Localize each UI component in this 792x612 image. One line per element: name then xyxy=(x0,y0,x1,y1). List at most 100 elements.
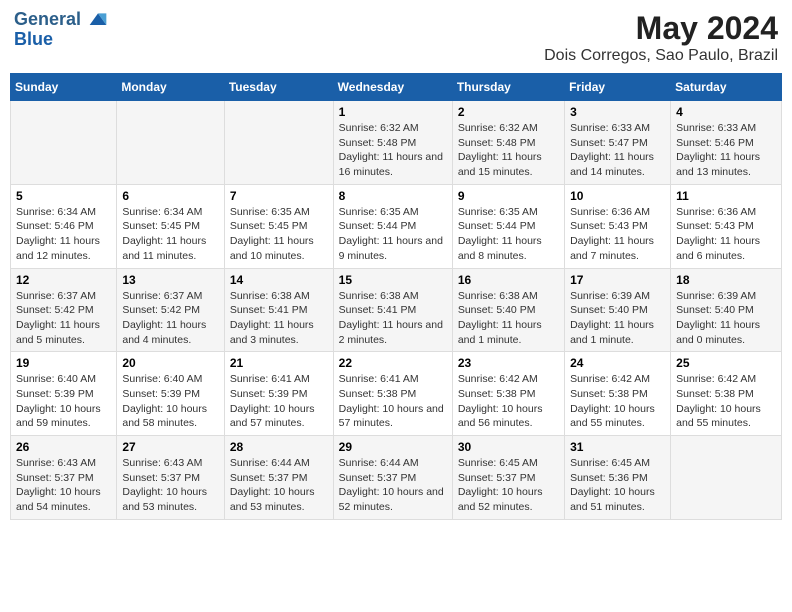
day-info: Sunrise: 6:41 AM Sunset: 5:39 PM Dayligh… xyxy=(230,372,328,431)
cell-w2-d5: 10Sunrise: 6:36 AM Sunset: 5:43 PM Dayli… xyxy=(565,184,671,268)
cell-w2-d2: 7 Sunrise: 6:35 AM Sunset: 5:45 PM Daylig… xyxy=(224,184,333,268)
day-info: Sunrise: 6:34 AM Sunset: 5:45 PM Dayligh… xyxy=(122,205,218,264)
day-info: Sunrise: 6:37 AM Sunset: 5:42 PM Dayligh… xyxy=(122,289,218,348)
cell-w3-d0: 12 Sunrise: 6:37 AM Sunset: 5:42 PM Dayli… xyxy=(11,268,117,352)
day-info: Sunrise: 6:32 AM Sunset: 5:48 PM Dayligh… xyxy=(339,121,447,180)
day-info: Sunrise: 6:33 AM Sunset: 5:46 PM Dayligh… xyxy=(676,121,776,180)
cell-w2-d4: 9 Sunrise: 6:35 AM Sunset: 5:44 PM Daylig… xyxy=(452,184,564,268)
day-info: Sunrise: 6:33 AM Sunset: 5:47 PM Dayligh… xyxy=(570,121,665,180)
week-row-1: 1 Sunrise: 6:32 AM Sunset: 5:48 PM Daylig… xyxy=(11,101,782,185)
day-info: Sunrise: 6:44 AM Sunset: 5:37 PM Dayligh… xyxy=(339,456,447,515)
cell-w4-d6: 25 Sunrise: 6:42 AM Sunset: 5:38 PM Dayli… xyxy=(671,352,782,436)
cell-w2-d1: 6Sunrise: 6:34 AM Sunset: 5:45 PM Daylig… xyxy=(117,184,224,268)
cell-w1-d2 xyxy=(224,101,333,185)
cell-w4-d0: 19 Sunrise: 6:40 AM Sunset: 5:39 PM Dayli… xyxy=(11,352,117,436)
cell-w4-d4: 23 Sunrise: 6:42 AM Sunset: 5:38 PM Dayli… xyxy=(452,352,564,436)
day-info: Sunrise: 6:34 AM Sunset: 5:46 PM Dayligh… xyxy=(16,205,111,264)
title-block: May 2024 Dois Corregos, Sao Paulo, Brazi… xyxy=(544,10,778,65)
day-number: 27 xyxy=(122,440,218,454)
logo: General Blue xyxy=(14,10,108,50)
day-number: 28 xyxy=(230,440,328,454)
cell-w3-d1: 13 Sunrise: 6:37 AM Sunset: 5:42 PM Dayli… xyxy=(117,268,224,352)
cell-w1-d0 xyxy=(11,101,117,185)
cell-w5-d4: 30 Sunrise: 6:45 AM Sunset: 5:37 PM Dayli… xyxy=(452,436,564,520)
day-number: 1 xyxy=(339,105,447,119)
day-info: Sunrise: 6:42 AM Sunset: 5:38 PM Dayligh… xyxy=(676,372,776,431)
day-number: 25 xyxy=(676,356,776,370)
day-number: 30 xyxy=(458,440,559,454)
day-info: Sunrise: 6:43 AM Sunset: 5:37 PM Dayligh… xyxy=(122,456,218,515)
calendar-header: Sunday Monday Tuesday Wednesday Thursday… xyxy=(11,74,782,101)
cell-w3-d3: 15 Sunrise: 6:38 AM Sunset: 5:41 PM Dayli… xyxy=(333,268,452,352)
week-row-5: 26 Sunrise: 6:43 AM Sunset: 5:37 PM Dayli… xyxy=(11,436,782,520)
header-saturday: Saturday xyxy=(671,74,782,101)
calendar-body: 1 Sunrise: 6:32 AM Sunset: 5:48 PM Daylig… xyxy=(11,101,782,520)
day-number: 7 xyxy=(230,189,328,203)
day-info: Sunrise: 6:35 AM Sunset: 5:44 PM Dayligh… xyxy=(339,205,447,264)
cell-w3-d5: 17Sunrise: 6:39 AM Sunset: 5:40 PM Dayli… xyxy=(565,268,671,352)
day-info: Sunrise: 6:40 AM Sunset: 5:39 PM Dayligh… xyxy=(16,372,111,431)
day-info: Sunrise: 6:35 AM Sunset: 5:44 PM Dayligh… xyxy=(458,205,559,264)
day-number: 29 xyxy=(339,440,447,454)
cell-w4-d1: 20 Sunrise: 6:40 AM Sunset: 5:39 PM Dayli… xyxy=(117,352,224,436)
page-header: General Blue May 2024 Dois Corregos, Sao… xyxy=(10,10,782,65)
day-info: Sunrise: 6:42 AM Sunset: 5:38 PM Dayligh… xyxy=(458,372,559,431)
cell-w3-d2: 14Sunrise: 6:38 AM Sunset: 5:41 PM Dayli… xyxy=(224,268,333,352)
day-info: Sunrise: 6:38 AM Sunset: 5:41 PM Dayligh… xyxy=(339,289,447,348)
cell-w3-d6: 18Sunrise: 6:39 AM Sunset: 5:40 PM Dayli… xyxy=(671,268,782,352)
day-number: 26 xyxy=(16,440,111,454)
cell-w5-d2: 28 Sunrise: 6:44 AM Sunset: 5:37 PM Dayli… xyxy=(224,436,333,520)
day-number: 22 xyxy=(339,356,447,370)
day-number: 23 xyxy=(458,356,559,370)
day-info: Sunrise: 6:37 AM Sunset: 5:42 PM Dayligh… xyxy=(16,289,111,348)
cell-w1-d1 xyxy=(117,101,224,185)
week-row-4: 19 Sunrise: 6:40 AM Sunset: 5:39 PM Dayli… xyxy=(11,352,782,436)
day-number: 8 xyxy=(339,189,447,203)
day-info: Sunrise: 6:45 AM Sunset: 5:36 PM Dayligh… xyxy=(570,456,665,515)
header-sunday: Sunday xyxy=(11,74,117,101)
day-info: Sunrise: 6:38 AM Sunset: 5:40 PM Dayligh… xyxy=(458,289,559,348)
day-number: 9 xyxy=(458,189,559,203)
day-info: Sunrise: 6:39 AM Sunset: 5:40 PM Dayligh… xyxy=(676,289,776,348)
week-row-2: 5 Sunrise: 6:34 AM Sunset: 5:46 PM Daylig… xyxy=(11,184,782,268)
subtitle: Dois Corregos, Sao Paulo, Brazil xyxy=(544,47,778,65)
calendar-table: Sunday Monday Tuesday Wednesday Thursday… xyxy=(10,73,782,520)
cell-w2-d3: 8 Sunrise: 6:35 AM Sunset: 5:44 PM Daylig… xyxy=(333,184,452,268)
day-info: Sunrise: 6:44 AM Sunset: 5:37 PM Dayligh… xyxy=(230,456,328,515)
cell-w5-d3: 29 Sunrise: 6:44 AM Sunset: 5:37 PM Dayli… xyxy=(333,436,452,520)
cell-w1-d3: 1 Sunrise: 6:32 AM Sunset: 5:48 PM Daylig… xyxy=(333,101,452,185)
day-info: Sunrise: 6:40 AM Sunset: 5:39 PM Dayligh… xyxy=(122,372,218,431)
day-number: 14 xyxy=(230,273,328,287)
cell-w1-d5: 3Sunrise: 6:33 AM Sunset: 5:47 PM Daylig… xyxy=(565,101,671,185)
day-number: 12 xyxy=(16,273,111,287)
day-number: 2 xyxy=(458,105,559,119)
day-number: 19 xyxy=(16,356,111,370)
cell-w1-d4: 2Sunrise: 6:32 AM Sunset: 5:48 PM Daylig… xyxy=(452,101,564,185)
cell-w1-d6: 4 Sunrise: 6:33 AM Sunset: 5:46 PM Daylig… xyxy=(671,101,782,185)
cell-w5-d1: 27 Sunrise: 6:43 AM Sunset: 5:37 PM Dayli… xyxy=(117,436,224,520)
week-row-3: 12 Sunrise: 6:37 AM Sunset: 5:42 PM Dayli… xyxy=(11,268,782,352)
cell-w5-d6 xyxy=(671,436,782,520)
cell-w5-d5: 31 Sunrise: 6:45 AM Sunset: 5:36 PM Dayli… xyxy=(565,436,671,520)
day-number: 20 xyxy=(122,356,218,370)
day-info: Sunrise: 6:39 AM Sunset: 5:40 PM Dayligh… xyxy=(570,289,665,348)
day-info: Sunrise: 6:45 AM Sunset: 5:37 PM Dayligh… xyxy=(458,456,559,515)
day-number: 10 xyxy=(570,189,665,203)
day-number: 5 xyxy=(16,189,111,203)
logo-text: General Blue xyxy=(14,10,108,50)
day-info: Sunrise: 6:42 AM Sunset: 5:38 PM Dayligh… xyxy=(570,372,665,431)
day-number: 31 xyxy=(570,440,665,454)
cell-w4-d5: 24Sunrise: 6:42 AM Sunset: 5:38 PM Dayli… xyxy=(565,352,671,436)
day-info: Sunrise: 6:35 AM Sunset: 5:45 PM Dayligh… xyxy=(230,205,328,264)
day-info: Sunrise: 6:36 AM Sunset: 5:43 PM Dayligh… xyxy=(676,205,776,264)
day-number: 15 xyxy=(339,273,447,287)
header-monday: Monday xyxy=(117,74,224,101)
day-number: 16 xyxy=(458,273,559,287)
day-number: 13 xyxy=(122,273,218,287)
cell-w5-d0: 26 Sunrise: 6:43 AM Sunset: 5:37 PM Dayli… xyxy=(11,436,117,520)
day-info: Sunrise: 6:43 AM Sunset: 5:37 PM Dayligh… xyxy=(16,456,111,515)
cell-w4-d2: 21Sunrise: 6:41 AM Sunset: 5:39 PM Dayli… xyxy=(224,352,333,436)
header-wednesday: Wednesday xyxy=(333,74,452,101)
day-number: 4 xyxy=(676,105,776,119)
cell-w2-d6: 11Sunrise: 6:36 AM Sunset: 5:43 PM Dayli… xyxy=(671,184,782,268)
